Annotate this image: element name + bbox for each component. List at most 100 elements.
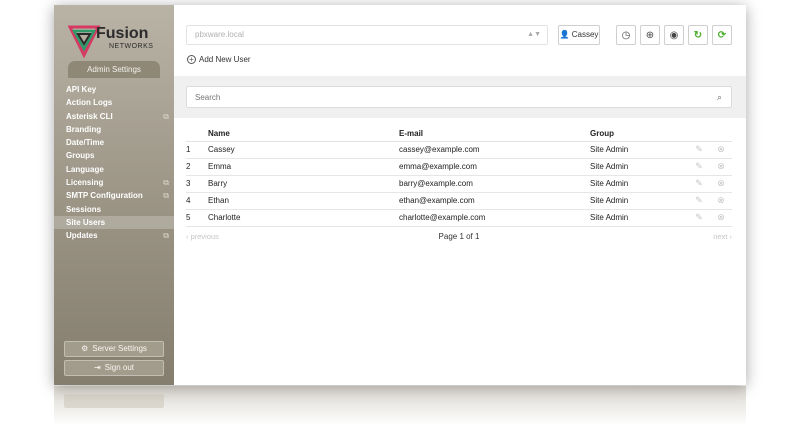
row-num: 5 xyxy=(186,209,208,227)
globe-grid-icon: ⊕ xyxy=(645,29,655,41)
row-email: ethan@example.com xyxy=(399,192,590,210)
server-settings-button[interactable]: ⚙ Server Settings xyxy=(64,341,164,357)
sidebar-item-label: Language xyxy=(66,164,104,174)
sidebar-item-language[interactable]: Language xyxy=(54,163,174,176)
delete-icon[interactable]: ⊗ xyxy=(710,209,732,227)
sidebar-item-branding[interactable]: Branding xyxy=(54,123,174,136)
col-header-delete xyxy=(710,127,732,142)
edit-icon[interactable]: ✎ xyxy=(688,158,710,176)
table-header-row: Name E-mail Group xyxy=(186,127,732,142)
plus-circle-icon: + xyxy=(187,55,196,64)
row-email: cassey@example.com xyxy=(399,141,590,159)
sidebar-item-label: Licensing xyxy=(66,178,104,188)
sidebar-item-date-time[interactable]: Date/Time xyxy=(54,136,174,149)
sidebar-item-sessions[interactable]: Sessions xyxy=(54,203,174,216)
sidebar-item-label: Sessions xyxy=(66,204,102,214)
clock-button[interactable]: ◷ xyxy=(616,25,636,45)
sidebar-item-label: Groups xyxy=(66,151,95,161)
refresh-icon: ↻ xyxy=(693,29,703,41)
delete-icon[interactable]: ⊗ xyxy=(710,141,732,159)
table-row[interactable]: 5 Charlotte charlotte@example.com Site A… xyxy=(186,209,732,227)
users-table: Name E-mail Group 1 Cassey cassey@exampl… xyxy=(186,127,732,227)
row-group: Site Admin xyxy=(590,209,688,227)
sync-icon: ⟳ xyxy=(717,29,727,41)
table-row[interactable]: 3 Barry barry@example.com Site Admin ✎ ⊗ xyxy=(186,175,732,193)
server-settings-label: Server Settings xyxy=(92,344,147,353)
add-new-user-label: Add New User xyxy=(199,55,251,64)
sidebar-item-label: Branding xyxy=(66,124,102,134)
add-new-user-link[interactable]: + Add New User xyxy=(187,55,251,64)
next-page-link[interactable]: next › xyxy=(713,232,732,241)
delete-icon[interactable]: ⊗ xyxy=(710,192,732,210)
sidebar-item-label: API Key xyxy=(66,85,97,94)
sidebar-item-updates[interactable]: Updates ⧉ xyxy=(54,229,174,242)
user-icon: 👤 xyxy=(559,30,570,39)
sidebar-item-label: Action Logs xyxy=(66,98,113,108)
edit-icon[interactable]: ✎ xyxy=(688,192,710,210)
host-select[interactable]: pbxware.local ▲▼ xyxy=(186,25,548,45)
window-reflection xyxy=(54,386,746,426)
sidebar-item-api-key[interactable]: API Key xyxy=(54,83,174,96)
row-group: Site Admin xyxy=(590,141,688,159)
row-email: emma@example.com xyxy=(399,158,590,176)
sidebar-item-smtp-configuration[interactable]: SMTP Configuration ⧉ xyxy=(54,189,174,202)
col-header-name[interactable]: Name xyxy=(208,127,399,142)
main-content: pbxware.local ▲▼ 👤 Cassey ◷ ⊕ ◉ ↻ ⟳ + Ad… xyxy=(174,5,746,385)
previous-page-link[interactable]: ‹ previous xyxy=(186,232,219,241)
col-header-group[interactable]: Group xyxy=(590,127,688,142)
delete-icon[interactable]: ⊗ xyxy=(710,175,732,193)
edit-icon[interactable]: ✎ xyxy=(688,141,710,159)
reflection-ghost xyxy=(64,394,164,408)
refresh-button[interactable]: ↻ xyxy=(688,25,708,45)
web-button[interactable]: ◉ xyxy=(664,25,684,45)
row-group: Site Admin xyxy=(590,175,688,193)
sidebar: Fusion NETWORKS Admin Settings API Key A… xyxy=(54,5,174,385)
table-row[interactable]: 1 Cassey cassey@example.com Site Admin ✎… xyxy=(186,141,732,159)
search-input[interactable] xyxy=(186,86,732,108)
admin-settings-tab[interactable]: Admin Settings xyxy=(68,61,160,78)
row-group: Site Admin xyxy=(590,192,688,210)
row-name: Barry xyxy=(208,175,399,193)
edit-icon[interactable]: ✎ xyxy=(688,175,710,193)
sidebar-item-licensing[interactable]: Licensing ⧉ xyxy=(54,176,174,189)
edit-icon[interactable]: ✎ xyxy=(688,209,710,227)
table-row[interactable]: 4 Ethan ethan@example.com Site Admin ✎ ⊗ xyxy=(186,192,732,210)
pagination: Page 1 of 1 ‹ previous next › xyxy=(186,232,732,244)
user-menu-button[interactable]: 👤 Cassey xyxy=(558,25,600,45)
external-link-icon: ⧉ xyxy=(163,191,169,201)
chevron-down-icon: ▲▼ xyxy=(527,31,541,38)
row-name: Emma xyxy=(208,158,399,176)
sidebar-item-asterisk-cli[interactable]: Asterisk CLI ⧉ xyxy=(54,110,174,123)
sign-out-button[interactable]: ⇥ Sign out xyxy=(64,360,164,376)
external-link-icon: ⧉ xyxy=(163,111,169,121)
external-link-icon: ⧉ xyxy=(163,231,169,241)
row-email: charlotte@example.com xyxy=(399,209,590,227)
row-email: barry@example.com xyxy=(399,175,590,193)
sidebar-item-site-users[interactable]: Site Users xyxy=(54,215,174,230)
sidebar-item-groups[interactable]: Groups xyxy=(54,149,174,162)
row-num: 4 xyxy=(186,192,208,210)
delete-icon[interactable]: ⊗ xyxy=(710,158,732,176)
host-select-value: pbxware.local xyxy=(195,30,244,39)
col-header-edit xyxy=(688,127,710,142)
row-num: 3 xyxy=(186,175,208,193)
brand-sub: NETWORKS xyxy=(109,43,154,50)
sidebar-menu: API Key Action Logs Asterisk CLI ⧉ Brandi… xyxy=(54,83,174,243)
col-header-num xyxy=(186,127,208,142)
sidebar-item-action-logs[interactable]: Action Logs xyxy=(54,96,174,109)
table-row[interactable]: 2 Emma emma@example.com Site Admin ✎ ⊗ xyxy=(186,158,732,176)
row-name: Charlotte xyxy=(208,209,399,227)
row-name: Ethan xyxy=(208,192,399,210)
sync-button[interactable]: ⟳ xyxy=(712,25,732,45)
sign-out-icon: ⇥ xyxy=(93,363,101,372)
gears-icon: ⚙ xyxy=(81,344,89,353)
search-icon[interactable]: ⌕ xyxy=(717,92,722,103)
language-button[interactable]: ⊕ xyxy=(640,25,660,45)
page-info: Page 1 of 1 xyxy=(438,232,480,241)
app-window: Fusion NETWORKS Admin Settings API Key A… xyxy=(54,5,746,385)
row-num: 2 xyxy=(186,158,208,176)
sidebar-item-label: Date/Time xyxy=(66,138,105,148)
sidebar-item-label: Site Users xyxy=(66,217,106,227)
col-header-email[interactable]: E-mail xyxy=(399,127,590,142)
row-num: 1 xyxy=(186,141,208,159)
